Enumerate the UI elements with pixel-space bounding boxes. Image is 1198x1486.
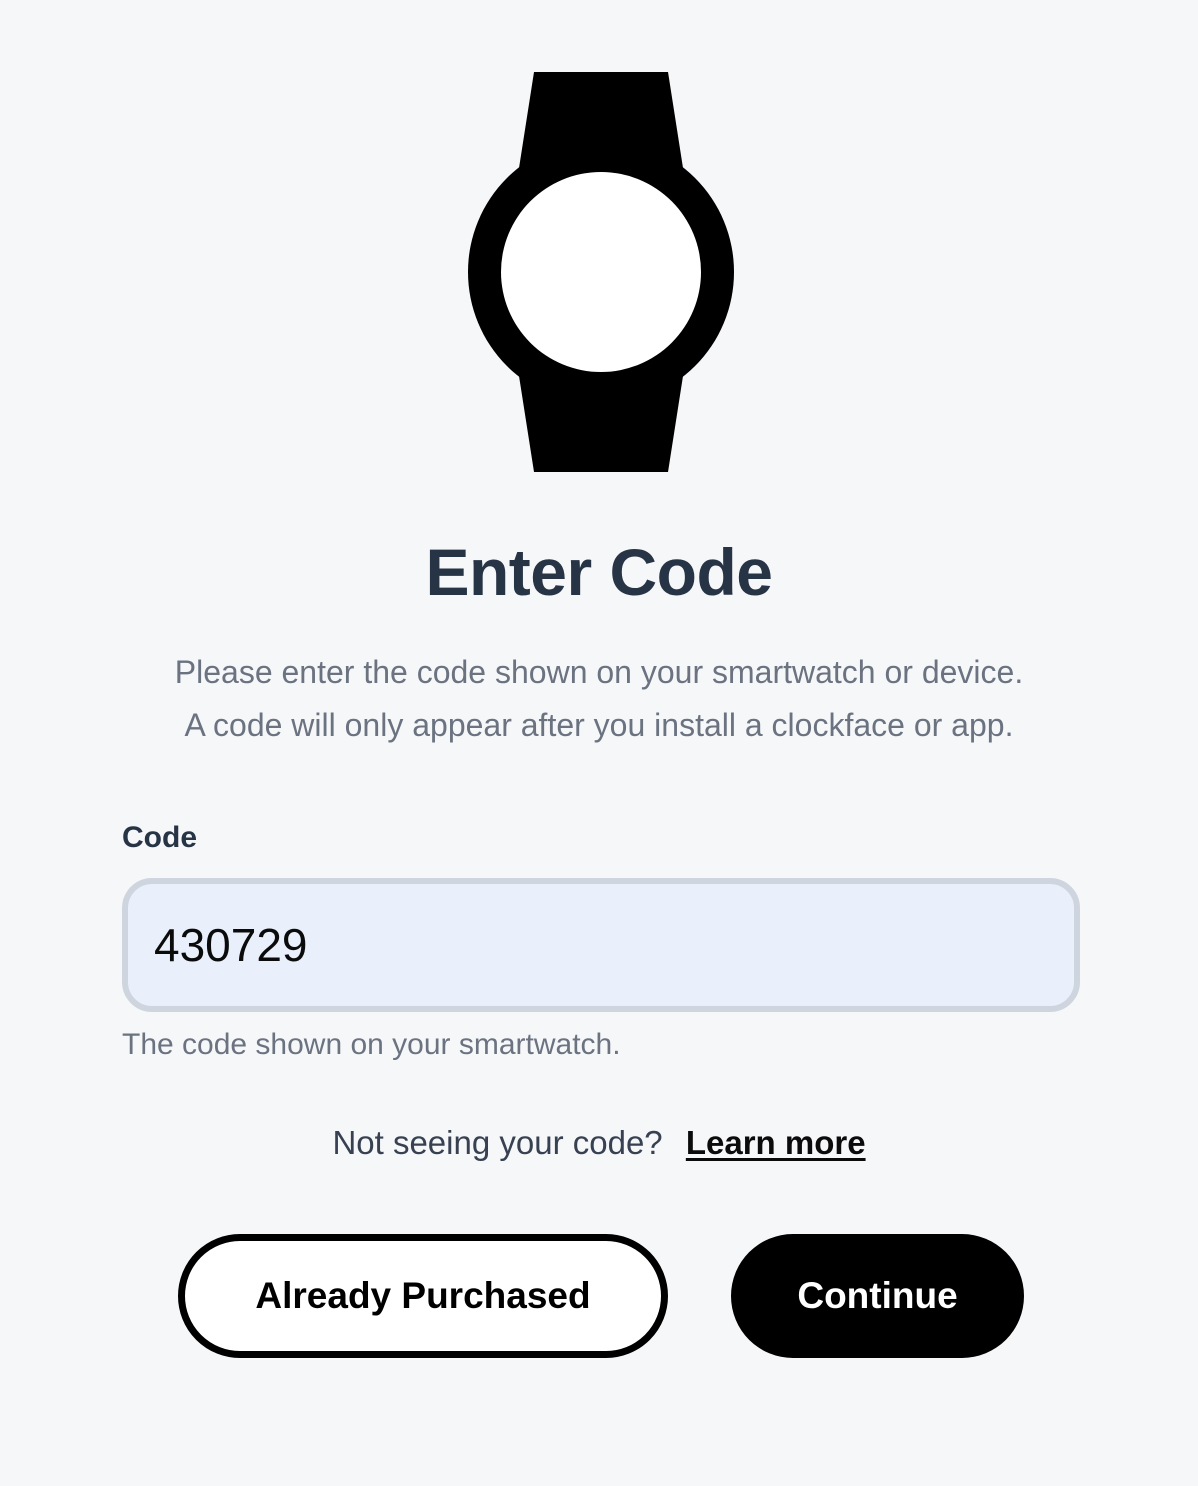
help-row: Not seeing your code? Learn more	[0, 1120, 1198, 1166]
page-description: Please enter the code shown on your smar…	[0, 646, 1198, 752]
smartwatch-icon	[468, 72, 734, 472]
description-line-2: A code will only appear after you instal…	[184, 707, 1014, 743]
learn-more-link[interactable]: Learn more	[686, 1124, 866, 1161]
help-question: Not seeing your code?	[332, 1124, 663, 1161]
code-helper-text: The code shown on your smartwatch.	[122, 1028, 621, 1061]
code-label: Code	[122, 821, 197, 854]
code-input[interactable]	[122, 878, 1080, 1012]
already-purchased-button[interactable]: Already Purchased	[178, 1234, 668, 1358]
continue-button[interactable]: Continue	[731, 1234, 1024, 1358]
enter-code-page: Enter Code Please enter the code shown o…	[0, 0, 1198, 1486]
description-line-1: Please enter the code shown on your smar…	[174, 654, 1024, 690]
page-title: Enter Code	[425, 535, 773, 609]
